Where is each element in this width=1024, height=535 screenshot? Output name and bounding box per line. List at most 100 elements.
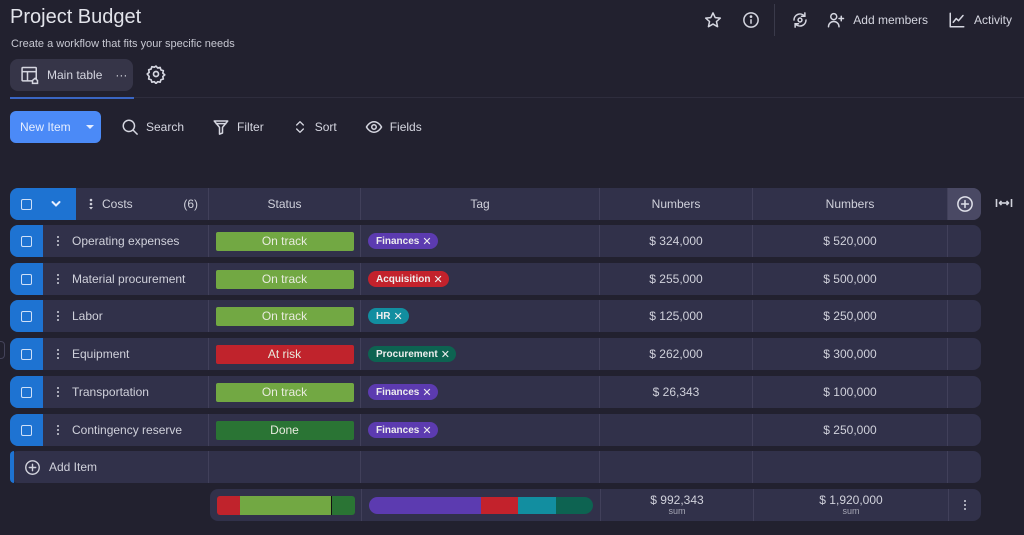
cell-numbers-1[interactable]: $ 262,000 <box>600 338 753 370</box>
table-row[interactable]: Labor On track HR ✕ $ 125,000 $ 250,000 <box>10 300 981 332</box>
cell-name[interactable]: Operating expenses <box>43 225 209 257</box>
cell-name[interactable]: Labor <box>43 300 209 332</box>
view-tab-more-button[interactable]: ··· <box>115 68 127 82</box>
row-checkbox[interactable] <box>21 235 32 247</box>
collapse-group-button[interactable] <box>51 200 61 208</box>
cell-tag[interactable]: Finances ✕ <box>361 225 600 257</box>
row-menu-icon[interactable] <box>57 311 59 321</box>
cell-status[interactable]: On track <box>209 263 361 295</box>
cell-numbers-1[interactable]: $ 255,000 <box>600 263 753 295</box>
table-row[interactable]: Transportation On track Finances ✕ $ 26,… <box>10 376 981 408</box>
info-button[interactable] <box>732 4 770 36</box>
cell-name[interactable]: Transportation <box>43 376 209 408</box>
remove-tag-icon[interactable]: ✕ <box>433 273 442 286</box>
remove-tag-icon[interactable]: ✕ <box>441 348 450 361</box>
table-row[interactable]: Equipment At risk Procurement ✕ $ 262,00… <box>10 338 981 370</box>
add-item-row[interactable]: Add Item <box>10 451 981 483</box>
activity-button[interactable]: Activity <box>940 4 1024 36</box>
select-all-checkbox[interactable] <box>21 198 32 210</box>
row-checkbox[interactable] <box>21 386 32 398</box>
add-column-button[interactable] <box>948 188 981 220</box>
view-settings-button[interactable] <box>146 64 166 84</box>
header-numbers-1[interactable]: Numbers <box>600 188 753 220</box>
cell-status[interactable]: At risk <box>209 338 361 370</box>
sort-handle-icon[interactable] <box>88 198 94 210</box>
cell-status[interactable]: On track <box>209 300 361 332</box>
status-badge[interactable]: Done <box>215 420 354 440</box>
add-item-label: Add Item <box>49 460 98 474</box>
cell-numbers-1[interactable] <box>600 414 753 446</box>
cell-status[interactable]: On track <box>209 225 361 257</box>
cell-numbers-2[interactable]: $ 500,000 <box>753 263 948 295</box>
row-name: Transportation <box>72 385 149 399</box>
favorite-button[interactable] <box>694 4 732 36</box>
header-costs[interactable]: Costs (6) <box>76 188 209 220</box>
row-checkbox[interactable] <box>21 424 32 436</box>
cell-numbers-1[interactable]: $ 324,000 <box>600 225 753 257</box>
cell-status[interactable]: On track <box>209 376 361 408</box>
row-checkbox[interactable] <box>21 273 32 285</box>
cell-name[interactable]: Contingency reserve <box>43 414 209 446</box>
fields-button[interactable]: Fields <box>365 111 422 143</box>
remove-tag-icon[interactable]: ✕ <box>393 310 402 323</box>
tag-chip[interactable]: HR ✕ <box>368 308 409 324</box>
new-item-button[interactable]: New Item <box>10 111 101 143</box>
status-badge[interactable]: On track <box>215 306 354 326</box>
row-menu-icon[interactable] <box>57 274 59 284</box>
summary-menu-button[interactable] <box>949 489 981 521</box>
tag-chip[interactable]: Finances ✕ <box>368 233 438 249</box>
status-badge[interactable]: On track <box>215 231 354 251</box>
row-select-area <box>10 414 43 446</box>
filter-button[interactable]: Filter <box>212 111 264 143</box>
side-panel-handle[interactable] <box>0 341 5 359</box>
header-numbers-2[interactable]: Numbers <box>753 188 948 220</box>
sync-button[interactable] <box>781 4 819 36</box>
status-badge[interactable]: At risk <box>215 344 354 364</box>
status-badge[interactable]: On track <box>215 382 354 402</box>
remove-tag-icon[interactable]: ✕ <box>422 424 431 437</box>
header-status[interactable]: Status <box>209 188 361 220</box>
cell-status[interactable]: Done <box>209 414 361 446</box>
new-item-dropdown-caret-icon[interactable] <box>86 125 94 129</box>
cell-numbers-1[interactable]: $ 26,343 <box>600 376 753 408</box>
status-summary <box>210 489 362 521</box>
cell-name[interactable]: Equipment <box>43 338 209 370</box>
tag-distribution-bar[interactable] <box>369 496 593 514</box>
view-tab-main-table[interactable]: Main table ··· <box>10 59 133 91</box>
cell-numbers-2[interactable]: $ 250,000 <box>753 414 948 446</box>
status-distribution-bar[interactable] <box>216 495 355 515</box>
tag-chip[interactable]: Finances ✕ <box>368 384 438 400</box>
row-menu-icon[interactable] <box>57 425 59 435</box>
cell-name[interactable]: Material procurement <box>43 263 209 295</box>
cell-numbers-2[interactable]: $ 300,000 <box>753 338 948 370</box>
tag-chip[interactable]: Finances ✕ <box>368 422 438 438</box>
row-menu-icon[interactable] <box>57 387 59 397</box>
cell-numbers-2[interactable]: $ 100,000 <box>753 376 948 408</box>
search-button[interactable]: Search <box>121 111 184 143</box>
add-item-button[interactable]: Add Item <box>14 451 209 483</box>
cell-tag[interactable]: Finances ✕ <box>361 414 600 446</box>
add-members-button[interactable]: Add members <box>819 4 940 36</box>
table-row[interactable]: Material procurement On track Acquisitio… <box>10 263 981 295</box>
cell-tag[interactable]: Acquisition ✕ <box>361 263 600 295</box>
row-menu-icon[interactable] <box>57 236 59 246</box>
table-row[interactable]: Contingency reserve Done Finances ✕ $ 25… <box>10 414 981 446</box>
row-checkbox[interactable] <box>21 310 32 322</box>
cell-tag[interactable]: Finances ✕ <box>361 376 600 408</box>
table-row[interactable]: Operating expenses On track Finances ✕ $… <box>10 225 981 257</box>
header-tag[interactable]: Tag <box>361 188 600 220</box>
cell-numbers-2[interactable]: $ 250,000 <box>753 300 948 332</box>
tag-chip[interactable]: Acquisition ✕ <box>368 271 449 287</box>
cell-tag[interactable]: HR ✕ <box>361 300 600 332</box>
row-menu-icon[interactable] <box>57 349 59 359</box>
cell-numbers-1[interactable]: $ 125,000 <box>600 300 753 332</box>
resize-columns-icon[interactable] <box>995 197 1013 209</box>
cell-tag[interactable]: Procurement ✕ <box>361 338 600 370</box>
sort-button[interactable]: Sort <box>292 111 337 143</box>
cell-numbers-2[interactable]: $ 520,000 <box>753 225 948 257</box>
remove-tag-icon[interactable]: ✕ <box>422 386 431 399</box>
tag-chip[interactable]: Procurement ✕ <box>368 346 456 362</box>
remove-tag-icon[interactable]: ✕ <box>422 235 431 248</box>
status-badge[interactable]: On track <box>215 269 354 289</box>
row-checkbox[interactable] <box>21 348 32 360</box>
